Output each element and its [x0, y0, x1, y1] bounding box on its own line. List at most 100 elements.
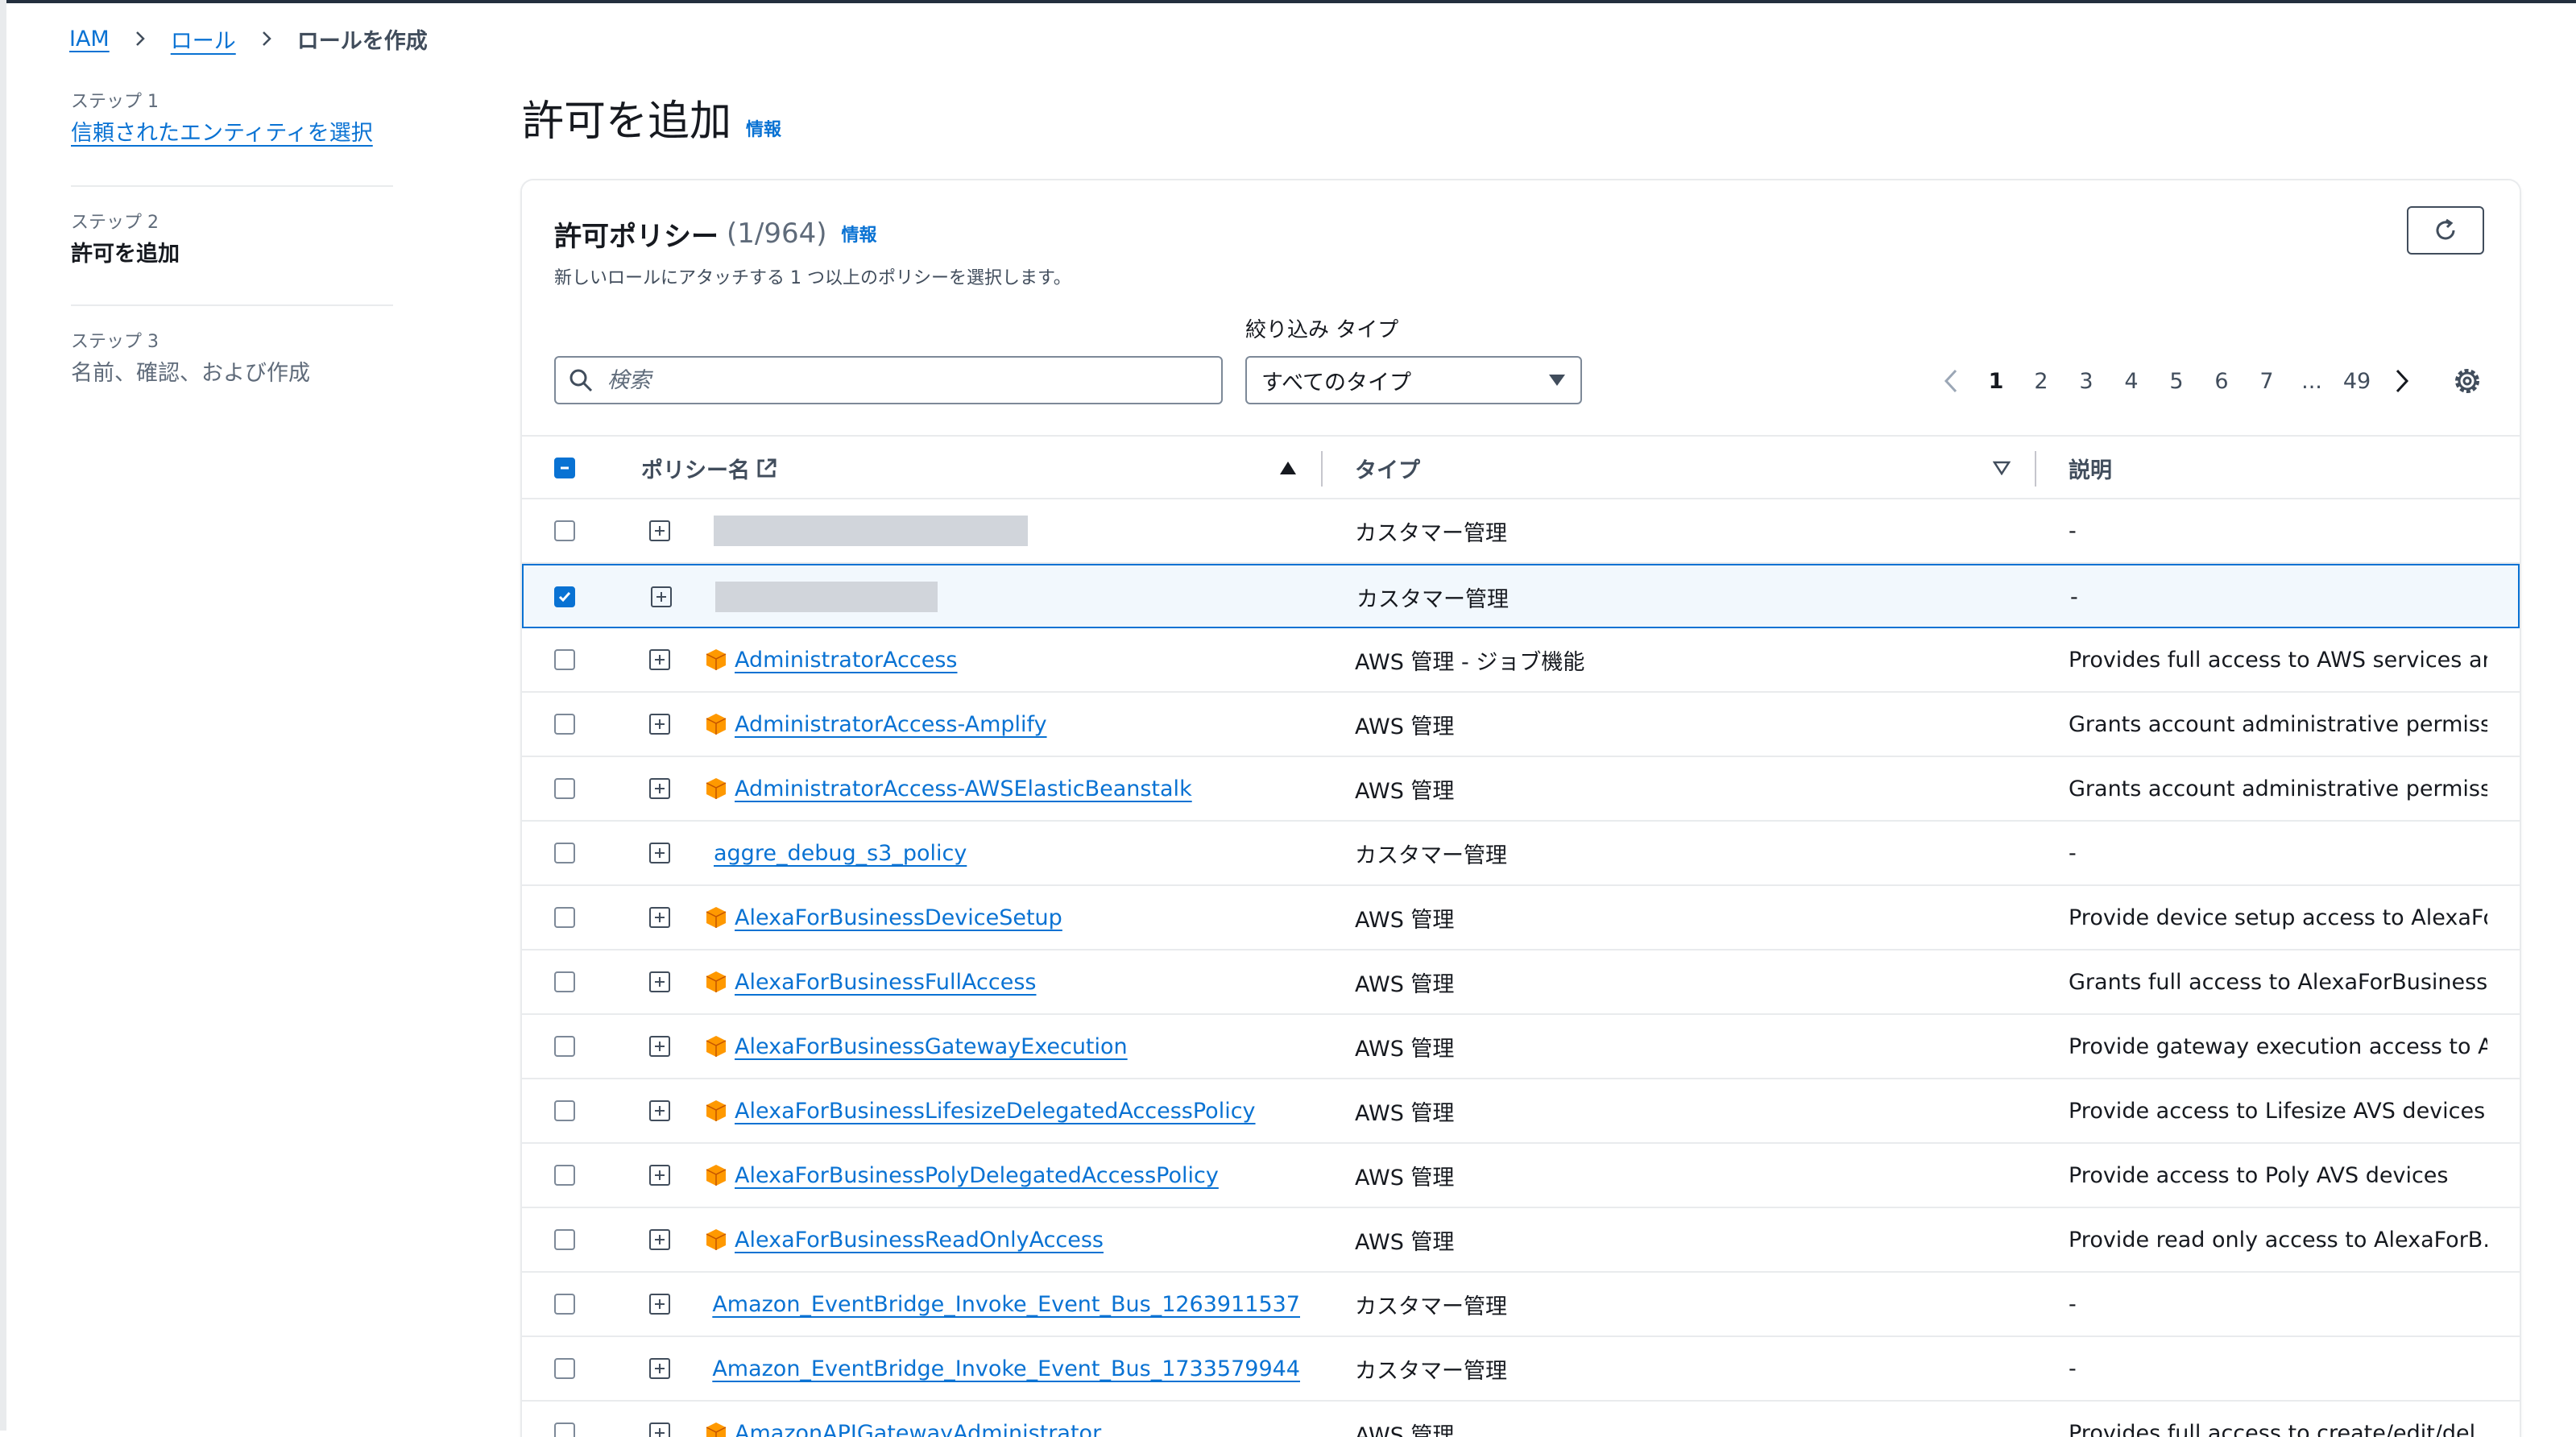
table-row[interactable]: カスタマー管理- [522, 564, 2520, 628]
policy-name-link[interactable]: AlexaForBusinessLifesizeDelegatedAccessP… [735, 1099, 1256, 1124]
policy-description-cell: Grants account administrative permiss... [2069, 693, 2487, 756]
row-checkbox[interactable] [554, 1229, 575, 1250]
policy-name-link[interactable]: AdministratorAccess-AWSElasticBeanstalk [735, 776, 1192, 801]
pagination-prev[interactable] [1928, 369, 1973, 393]
table-row[interactable]: AlexaForBusinessPolyDelegatedAccessPolic… [522, 1144, 2520, 1208]
row-checkbox[interactable] [554, 714, 575, 735]
policy-name-link[interactable]: AlexaForBusinessPolyDelegatedAccessPolic… [735, 1163, 1219, 1188]
filter-type-select[interactable]: すべてのタイプ [1245, 356, 1582, 404]
expand-icon[interactable] [649, 1229, 670, 1250]
page-2[interactable]: 2 [2019, 369, 2064, 394]
filter-type-label: 絞り込み タイプ [1245, 314, 1398, 346]
page-3[interactable]: 3 [2064, 369, 2109, 394]
table-row[interactable]: AdministratorAccessAWS 管理 - ジョブ機能Provide… [522, 628, 2520, 693]
expand-icon[interactable] [649, 1100, 670, 1121]
policy-name-link[interactable]: AlexaForBusinessFullAccess [735, 970, 1036, 995]
column-divider[interactable] [2035, 451, 2036, 487]
row-checkbox[interactable] [554, 1423, 575, 1437]
table-row[interactable]: Amazon_EventBridge_Invoke_Event_Bus_1263… [522, 1273, 2520, 1337]
table-row[interactable]: AdministratorAccess-AWSElasticBeanstalkA… [522, 757, 2520, 822]
row-checkbox[interactable] [554, 1358, 575, 1379]
policy-name-link[interactable]: AlexaForBusinessGatewayExecution [735, 1034, 1128, 1059]
row-checkbox[interactable] [554, 1036, 575, 1057]
policies-header: 許可ポリシー (1/964) 情報 新しいロールにアタッチする 1 つ以上のポリ… [522, 180, 2520, 435]
expand-icon[interactable] [649, 843, 670, 863]
column-divider[interactable] [1321, 451, 1323, 487]
expand-icon[interactable] [649, 1358, 670, 1379]
page-info-link[interactable]: 情報 [746, 115, 781, 141]
expand-icon[interactable] [649, 778, 670, 799]
table-row[interactable]: AlexaForBusinessGatewayExecutionAWS 管理Pr… [522, 1015, 2520, 1079]
aws-managed-cube-icon [704, 1421, 728, 1437]
page-7[interactable]: 7 [2244, 369, 2289, 394]
chevron-right-icon [2395, 369, 2409, 393]
policy-name-cell: aggre_debug_s3_policy [704, 822, 1300, 884]
row-checkbox[interactable] [554, 649, 575, 670]
breadcrumb-iam-link[interactable]: IAM [69, 27, 110, 52]
expand-icon[interactable] [651, 586, 672, 607]
row-checkbox[interactable] [554, 586, 575, 607]
row-checkbox[interactable] [554, 520, 575, 541]
chevron-right-icon [132, 31, 148, 47]
expand-icon[interactable] [649, 1294, 670, 1315]
policy-name-link[interactable]: Amazon_EventBridge_Invoke_Event_Bus_1733… [712, 1356, 1300, 1381]
sort-ascending-icon[interactable] [1279, 461, 1297, 475]
policy-name-link[interactable]: AdministratorAccess [735, 648, 958, 673]
row-checkbox[interactable] [554, 907, 575, 928]
sort-caret-down-icon[interactable] [1993, 461, 2011, 475]
column-header-description[interactable]: 説明 [2069, 437, 2112, 499]
table-row[interactable]: AdministratorAccess-AmplifyAWS 管理Grants … [522, 693, 2520, 757]
row-checkbox[interactable] [554, 971, 575, 992]
expand-icon[interactable] [649, 1165, 670, 1186]
table-row[interactable]: AlexaForBusinessLifesizeDelegatedAccessP… [522, 1079, 2520, 1144]
page-1[interactable]: 1 [1973, 369, 2019, 394]
row-checkbox[interactable] [554, 1165, 575, 1186]
page-4[interactable]: 4 [2109, 369, 2154, 394]
column-header-name[interactable]: ポリシー名 [641, 437, 779, 499]
policy-description-cell: Grants account administrative permiss... [2069, 757, 2487, 820]
table-row[interactable]: カスタマー管理- [522, 499, 2520, 564]
policy-name-link[interactable]: aggre_debug_s3_policy [714, 841, 967, 866]
policy-name-link[interactable]: Amazon_EventBridge_Invoke_Event_Bus_1263… [712, 1292, 1300, 1317]
select-all-checkbox[interactable] [554, 458, 575, 478]
expand-icon[interactable] [649, 520, 670, 541]
policies-info-link[interactable]: 情報 [842, 221, 877, 246]
table-row[interactable]: aggre_debug_s3_policyカスタマー管理- [522, 822, 2520, 886]
policy-name-link[interactable]: AmazonAPIGatewayAdministrator [735, 1421, 1101, 1437]
table-row[interactable]: Amazon_EventBridge_Invoke_Event_Bus_1733… [522, 1337, 2520, 1402]
policy-name-link[interactable]: AlexaForBusinessReadOnlyAccess [735, 1228, 1104, 1253]
row-checkbox[interactable] [554, 778, 575, 799]
chevron-left-icon [1944, 369, 1958, 393]
expand-icon[interactable] [649, 649, 670, 670]
expand-icon[interactable] [649, 1423, 670, 1437]
page-6[interactable]: 6 [2199, 369, 2244, 394]
expand-icon[interactable] [649, 971, 670, 992]
row-checkbox[interactable] [554, 1100, 575, 1121]
gear-icon[interactable] [2450, 364, 2484, 398]
search-field[interactable] [554, 356, 1223, 404]
column-header-type[interactable]: タイプ [1355, 437, 1420, 499]
aws-managed-cube-icon [704, 648, 728, 672]
breadcrumb-roles-link[interactable]: ロール [171, 23, 236, 55]
table-row[interactable]: AlexaForBusinessDeviceSetupAWS 管理Provide… [522, 886, 2520, 950]
table-row[interactable]: AmazonAPIGatewayAdministratorAWS 管理Provi… [522, 1402, 2520, 1437]
row-checkbox[interactable] [554, 843, 575, 863]
pagination-next[interactable] [2379, 369, 2425, 393]
step-1-link[interactable]: 信頼されたエンティティを選択 [71, 121, 373, 146]
refresh-button[interactable] [2407, 206, 2484, 255]
expand-icon[interactable] [649, 1036, 670, 1057]
page-5[interactable]: 5 [2154, 369, 2199, 394]
table-row[interactable]: AlexaForBusinessReadOnlyAccessAWS 管理Prov… [522, 1208, 2520, 1273]
page-49[interactable]: 49 [2334, 369, 2379, 394]
table-row[interactable]: AlexaForBusinessFullAccessAWS 管理Grants f… [522, 950, 2520, 1015]
side-nav-edge [0, 0, 6, 1431]
expand-icon[interactable] [649, 907, 670, 928]
search-input[interactable] [606, 367, 1205, 394]
row-checkbox-cell [554, 693, 575, 756]
expand-icon[interactable] [649, 714, 670, 735]
row-checkbox-cell [554, 565, 575, 628]
page-title: 許可を追加 [522, 87, 731, 147]
row-checkbox[interactable] [554, 1294, 575, 1315]
policy-name-link[interactable]: AdministratorAccess-Amplify [735, 712, 1047, 737]
policy-name-link[interactable]: AlexaForBusinessDeviceSetup [735, 905, 1062, 930]
